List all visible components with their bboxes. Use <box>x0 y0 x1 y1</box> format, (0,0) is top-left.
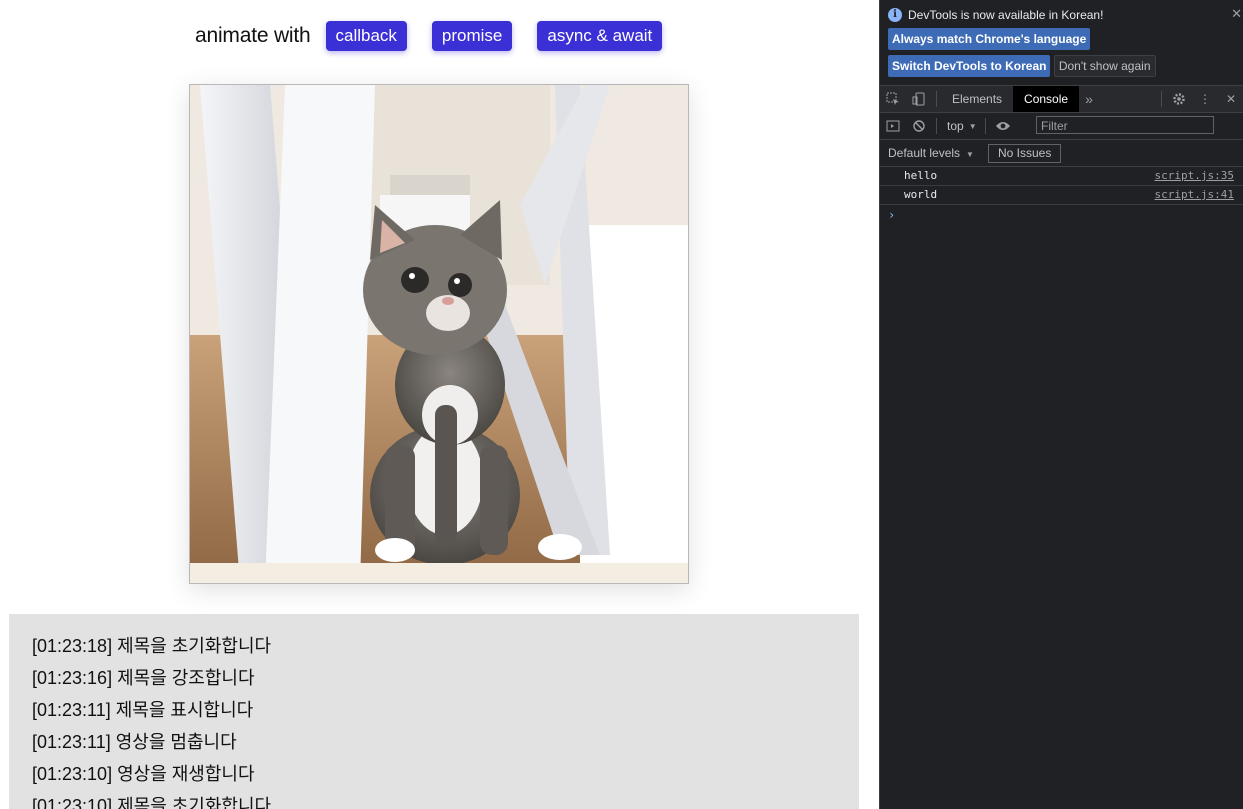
caret-down-icon: ▼ <box>968 121 977 131</box>
console-message-text: hello <box>904 169 938 182</box>
default-levels-label: Default levels <box>888 146 961 160</box>
devtools-panel: i DevTools is now available in Korean! ✕… <box>879 0 1243 809</box>
tabbar-divider <box>1161 91 1162 107</box>
switch-to-korean-button[interactable]: Switch DevTools to Korean <box>888 55 1051 77</box>
always-match-language-button[interactable]: Always match Chrome's language <box>888 28 1091 50</box>
sidebar-toggle-icon[interactable] <box>880 113 906 139</box>
filter-input[interactable]: Filter <box>1036 116 1214 134</box>
tabbar-right: ⋮ ✕ <box>1157 86 1243 112</box>
source-link[interactable]: script.js:35 <box>1155 167 1234 185</box>
console-prompt[interactable]: › <box>880 205 1243 225</box>
clear-console-icon[interactable] <box>906 113 932 139</box>
log-entry: [01:23:11] 영상을 멈춥니다 <box>32 732 237 752</box>
animate-toolbar: animate with callback promise async & aw… <box>195 20 687 51</box>
more-tabs-icon[interactable]: » <box>1079 91 1099 107</box>
kebab-menu-icon[interactable]: ⋮ <box>1192 86 1218 112</box>
infobar-message: DevTools is now available in Korean! <box>908 8 1104 22</box>
close-icon[interactable]: ✕ <box>1231 6 1242 22</box>
caret-down-icon: ▼ <box>966 150 974 159</box>
source-link[interactable]: script.js:41 <box>1155 186 1234 204</box>
infobar-message-row: i DevTools is now available in Korean! <box>888 7 1236 23</box>
infobar-row-1: Always match Chrome's language <box>888 23 1236 50</box>
device-toggle-icon[interactable] <box>906 86 932 112</box>
tab-console[interactable]: Console <box>1013 86 1080 112</box>
close-icon[interactable]: ✕ <box>1218 86 1243 112</box>
tabbar-divider <box>936 91 937 107</box>
kitten-video-frame <box>190 85 688 583</box>
issues-button[interactable]: No Issues <box>987 143 1062 163</box>
console-toolbar: top ▼ Filter <box>880 113 1243 140</box>
toolbar-divider <box>936 118 937 134</box>
log-entry: [01:23:18] 제목을 초기화합니다 <box>32 636 272 656</box>
prompt-chevron-icon: › <box>888 208 896 222</box>
log-entry: [01:23:10] 제목을 초기화합니다 <box>32 796 272 809</box>
dont-show-again-button[interactable]: Don't show again <box>1053 55 1156 77</box>
infobar-row-2: Switch DevTools to Korean Don't show aga… <box>888 50 1236 77</box>
context-selector[interactable]: top ▼ <box>947 119 977 133</box>
levels-bar: Default levels ▼ No Issues <box>880 140 1243 167</box>
default-levels-dropdown[interactable]: Default levels ▼ <box>888 146 974 160</box>
console-message: hello script.js:35 <box>880 167 1243 186</box>
log-entry: [01:23:16] 제목을 강조합니다 <box>32 668 255 688</box>
console-message: world script.js:41 <box>880 186 1243 205</box>
console-messages: hello script.js:35 world script.js:41 › <box>880 167 1243 225</box>
kitten-video[interactable] <box>189 84 689 584</box>
log-entry: [01:23:11] 제목을 표시합니다 <box>32 700 254 720</box>
callback-button[interactable]: callback <box>325 20 407 51</box>
log-entry: [01:23:10] 영상을 재생합니다 <box>32 764 255 784</box>
web-page: animate with callback promise async & aw… <box>0 0 879 809</box>
log-panel: [01:23:18] 제목을 초기화합니다 [01:23:16] 제목을 강조합… <box>9 614 859 809</box>
async-await-button[interactable]: async & await <box>537 20 663 51</box>
devtools-tabbar: Elements Console » ⋮ ✕ <box>880 86 1243 113</box>
animate-with-label: animate with <box>195 23 311 47</box>
language-infobar: i DevTools is now available in Korean! ✕… <box>880 0 1243 86</box>
log-list: [01:23:18] 제목을 초기화합니다 [01:23:16] 제목을 강조합… <box>9 614 859 809</box>
eye-icon[interactable] <box>990 113 1016 139</box>
promise-button[interactable]: promise <box>431 20 513 51</box>
tab-elements[interactable]: Elements <box>941 86 1013 112</box>
settings-icon[interactable] <box>1166 86 1192 112</box>
console-message-text: world <box>904 188 938 201</box>
inspect-icon[interactable] <box>880 86 906 112</box>
info-icon: i <box>888 8 902 22</box>
context-label: top <box>947 119 964 133</box>
toolbar-divider <box>984 118 986 134</box>
